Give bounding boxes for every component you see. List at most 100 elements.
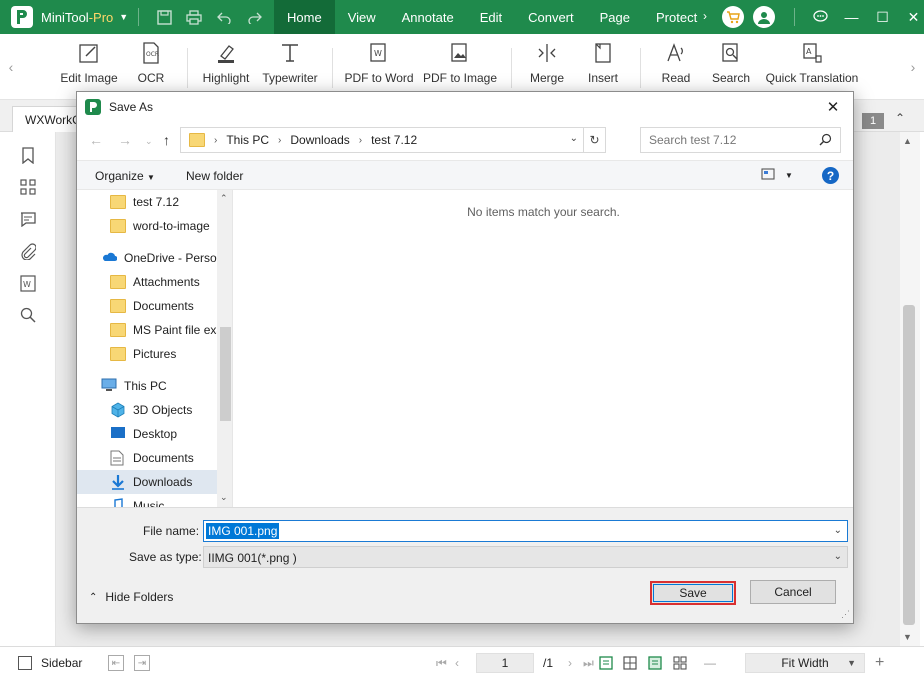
breadcrumb-downloads[interactable]: Downloads [290, 133, 349, 147]
cancel-button[interactable]: Cancel [750, 580, 836, 604]
nav-back-icon[interactable]: ⇤ [108, 653, 124, 673]
redo-icon[interactable] [239, 11, 269, 24]
merge-button[interactable]: Merge [529, 40, 565, 94]
forward-arrow-icon[interactable]: → [118, 132, 132, 148]
tree-item-music[interactable]: Music [77, 494, 217, 507]
word-icon[interactable]: W [17, 272, 39, 294]
zoom-in-icon[interactable]: + [875, 653, 884, 673]
pdf-to-image-button[interactable]: PDF to Image [423, 40, 497, 94]
minimize-icon[interactable]: — [836, 0, 867, 34]
save-button[interactable]: Save [650, 581, 736, 605]
tab-annotate[interactable]: Annotate [389, 0, 467, 34]
tree-item-pictures[interactable]: Pictures [77, 342, 217, 366]
search-input[interactable]: Search test 7.12 [640, 127, 841, 153]
bookmark-icon[interactable] [17, 144, 39, 166]
close-icon[interactable]: ✕ [821, 96, 845, 118]
tree-item-downloads[interactable]: Downloads [77, 470, 217, 494]
file-name-input[interactable]: IMG 001.png ⌄ [203, 520, 848, 542]
user-avatar-icon[interactable] [753, 6, 775, 28]
tree-item-3d-objects[interactable]: 3D Objects [77, 398, 217, 422]
print-icon[interactable] [179, 9, 209, 25]
tree-item-word-to-image[interactable]: word-to-image [77, 214, 217, 238]
tab-view[interactable]: View [335, 0, 389, 34]
app-menu-caret-icon[interactable]: ▼ [119, 12, 128, 22]
resize-grip-icon[interactable]: ⋰ [841, 609, 850, 620]
document-scrollbar-thumb[interactable] [903, 305, 915, 625]
sidebar-toggle[interactable]: Sidebar [18, 653, 82, 673]
single-page-view-icon[interactable] [599, 653, 613, 673]
prev-page-icon[interactable]: ‹ [455, 653, 459, 673]
save-type-select[interactable]: IIMG 001(*.png ) ⌄ [203, 546, 848, 568]
tree-item-test-7-12[interactable]: test 7.12 [77, 190, 217, 214]
quick-translation-button[interactable]: A Quick Translation [766, 40, 858, 94]
save-icon[interactable] [149, 9, 179, 25]
tree-item-documents-pc[interactable]: Documents [77, 446, 217, 470]
scroll-up-icon[interactable]: ▲ [903, 136, 912, 146]
help-icon[interactable]: ? [822, 167, 839, 184]
page-input[interactable]: 1 [476, 653, 534, 673]
tab-convert[interactable]: Convert [515, 0, 587, 34]
first-page-icon[interactable]: ⏮ [436, 653, 447, 673]
comment-icon[interactable] [17, 208, 39, 230]
ribbon-scroll-right-icon[interactable]: › [902, 34, 924, 100]
search-icon[interactable] [17, 304, 39, 326]
read-aloud-button[interactable]: Read [662, 40, 690, 94]
grid-view-icon[interactable] [673, 653, 687, 673]
recent-locations-icon[interactable]: ⌄ [145, 136, 153, 147]
attachment-icon[interactable] [17, 240, 39, 262]
tree-item-onedrive[interactable]: OneDrive - Person [77, 246, 217, 270]
breadcrumb-test-7-12[interactable]: test 7.12 [371, 133, 417, 147]
pdf-to-word-button[interactable]: W PDF to Word [344, 40, 414, 94]
organize-button[interactable]: Organize ▼ [95, 169, 155, 183]
undo-icon[interactable] [209, 11, 239, 24]
file-list[interactable]: No items match your search. [232, 190, 853, 507]
scroll-down-icon[interactable]: ⌄ [220, 492, 228, 503]
up-arrow-icon[interactable]: ↑ [163, 132, 170, 148]
search-button[interactable]: Search [712, 40, 750, 94]
hide-folders-button[interactable]: ⌃ Hide Folders [89, 590, 173, 604]
thumbnails-icon[interactable] [17, 176, 39, 198]
two-page-view-icon[interactable] [623, 653, 637, 673]
view-dropdown-icon[interactable]: ▼ [785, 171, 793, 180]
back-arrow-icon[interactable]: ← [89, 132, 103, 148]
tab-protect[interactable]: Protect [643, 0, 710, 34]
refresh-icon[interactable]: ↻ [583, 128, 605, 152]
chevron-down-icon[interactable]: ⌄ [570, 133, 578, 144]
zoom-out-icon[interactable]: — [704, 653, 716, 673]
chevron-down-icon[interactable]: ⌄ [834, 525, 842, 536]
tab-home[interactable]: Home [274, 0, 335, 34]
breadcrumb-this-pc[interactable]: This PC [226, 133, 269, 147]
ribbon-scroll-left-icon[interactable]: ‹ [0, 34, 22, 100]
scroll-down-icon[interactable]: ▼ [903, 632, 912, 642]
document-tab[interactable]: WXWorkC [12, 106, 86, 132]
zoom-select[interactable]: Fit Width ▼ [745, 653, 865, 673]
next-page-icon[interactable]: › [568, 653, 572, 673]
close-icon[interactable]: ✕ [898, 0, 924, 34]
tree-item-desktop[interactable]: Desktop [77, 422, 217, 446]
view-options-icon[interactable] [761, 168, 775, 183]
new-folder-button[interactable]: New folder [186, 169, 243, 183]
feedback-icon[interactable] [805, 0, 836, 34]
ocr-button[interactable]: OCR OCR [135, 40, 167, 94]
maximize-icon[interactable]: ☐ [867, 0, 898, 34]
typewriter-button[interactable]: Typewriter [262, 40, 318, 94]
address-bar[interactable]: › This PC › Downloads › test 7.12 ⌄ ↻ [180, 127, 606, 153]
nav-forward-icon[interactable]: ⇥ [134, 653, 150, 673]
insert-button[interactable]: Insert [587, 40, 619, 94]
tree-item-ms-paint[interactable]: MS Paint file exa [77, 318, 217, 342]
last-page-icon[interactable]: ⏭ [583, 653, 594, 673]
tab-page[interactable]: Page [587, 0, 643, 34]
scroll-view-icon[interactable] [648, 653, 662, 673]
tree-item-documents[interactable]: Documents [77, 294, 217, 318]
scroll-up-icon[interactable]: ⌃ [220, 193, 228, 204]
tab-edit[interactable]: Edit [467, 0, 515, 34]
chevron-up-icon[interactable]: ⌃ [895, 111, 905, 125]
cart-icon[interactable] [722, 6, 744, 28]
chevron-right-icon[interactable]: › [703, 9, 707, 23]
tree-scrollbar-thumb[interactable] [220, 327, 231, 421]
tree-item-attachments[interactable]: Attachments [77, 270, 217, 294]
highlight-button[interactable]: Highlight [200, 40, 252, 94]
edit-image-button[interactable]: Edit Image [58, 40, 120, 94]
tree-item-this-pc[interactable]: This PC [77, 374, 217, 398]
side-toolbar: W [0, 132, 56, 646]
